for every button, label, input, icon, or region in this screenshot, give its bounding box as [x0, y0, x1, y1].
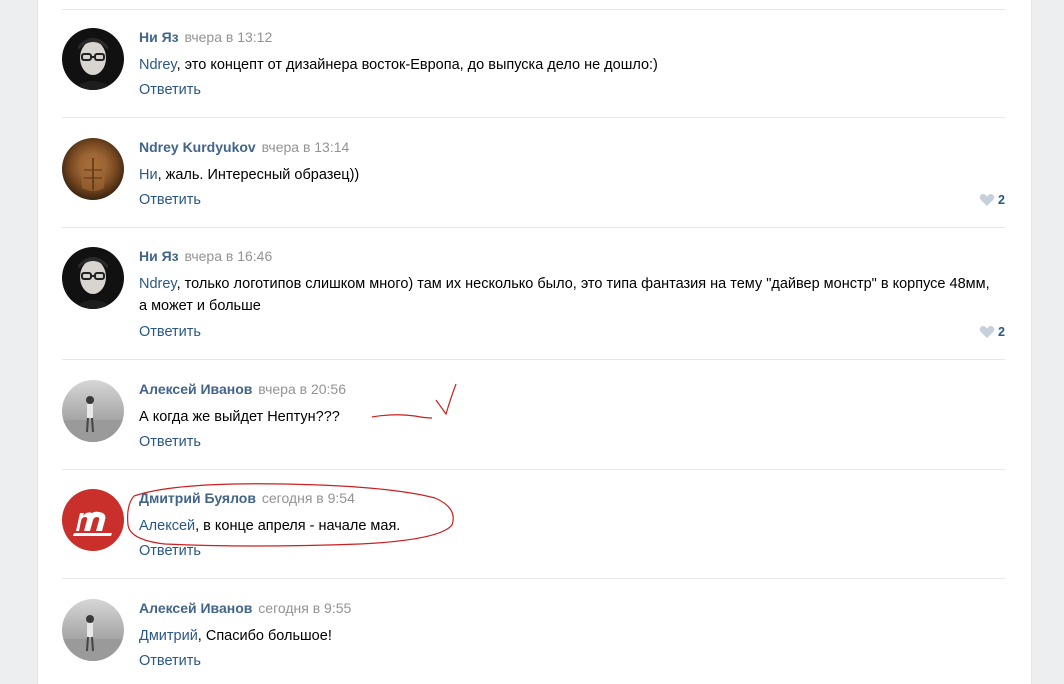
comment-header: Ни Яз вчера в 13:12 [139, 28, 272, 46]
comment-header: Ndrey Kurdyukov вчера в 13:14 [139, 138, 349, 156]
reply-button[interactable]: Ответить [139, 323, 201, 341]
divider [62, 578, 1005, 579]
avatar[interactable] [62, 599, 124, 661]
author-link[interactable]: Ни Яз [139, 248, 179, 264]
divider [62, 469, 1005, 470]
mention-link[interactable]: Алексей [139, 518, 195, 534]
comment-time[interactable]: сегодня в 9:54 [262, 490, 355, 506]
divider [62, 359, 1005, 360]
comment-text: Ни, жаль. Интересный образец)) [139, 164, 999, 186]
like-count: 2 [998, 325, 1005, 339]
comment-item: Ни Яз вчера в 16:46 Ndrey, только логоти… [62, 247, 1005, 360]
avatar[interactable] [62, 489, 124, 551]
like-button[interactable]: 2 [979, 325, 1005, 339]
reply-button[interactable]: Ответить [139, 542, 201, 560]
comment-text: Ndrey, это концепт от дизайнера восток-Е… [139, 54, 999, 76]
mention-link[interactable]: Ни [139, 167, 158, 183]
mention-link[interactable]: Дмитрий [139, 628, 198, 644]
comment-body: , жаль. Интересный образец)) [157, 167, 360, 183]
comment-time[interactable]: вчера в 16:46 [185, 248, 273, 264]
author-link[interactable]: Ndrey Kurdyukov [139, 139, 256, 155]
avatar[interactable] [62, 28, 124, 90]
comment-time[interactable]: вчера в 20:56 [258, 381, 346, 397]
comment-body: , Спасибо большое! [197, 628, 332, 644]
divider [62, 227, 1005, 228]
comment-time[interactable]: вчера в 13:14 [262, 139, 350, 155]
like-button[interactable]: 2 [979, 193, 1005, 207]
comment-header: Алексей Иванов сегодня в 9:55 [139, 599, 351, 617]
divider [62, 9, 1005, 10]
comment-text: Ndrey, только логотипов слишком много) т… [139, 273, 999, 317]
mention-link[interactable]: Ndrey [139, 276, 177, 292]
avatar[interactable] [62, 380, 124, 442]
comment-body: , это концепт от дизайнера восток-Европа… [176, 57, 658, 73]
comment-body: , только логотипов слишком много) там их… [139, 276, 990, 314]
comment-text: Дмитрий, Спасибо большое! [139, 625, 999, 647]
comment-time[interactable]: вчера в 13:12 [185, 29, 273, 45]
comment-item: Алексей Иванов вчера в 20:56 А когда же … [62, 380, 1005, 470]
divider [62, 117, 1005, 118]
comment-text: Алексей, в конце апреля - начале мая. [139, 515, 999, 537]
like-count: 2 [998, 193, 1005, 207]
comment-time[interactable]: сегодня в 9:55 [258, 600, 351, 616]
reply-button[interactable]: Ответить [139, 81, 201, 99]
comment-item: Ни Яз вчера в 13:12 Ndrey, это концепт о… [62, 28, 1005, 118]
comment-item: Ndrey Kurdyukov вчера в 13:14 Ни, жаль. … [62, 138, 1005, 228]
comment-header: Ни Яз вчера в 16:46 [139, 247, 272, 265]
heart-icon [979, 326, 995, 338]
avatar[interactable] [62, 138, 124, 200]
comment-body: , в конце апреля - начале мая. [195, 518, 401, 534]
comment-item: Дмитрий Буялов сегодня в 9:54 Алексей, в… [62, 489, 1005, 579]
reply-button[interactable]: Ответить [139, 191, 201, 209]
reply-button[interactable]: Ответить [139, 652, 201, 670]
mention-link[interactable]: Ndrey [139, 57, 177, 73]
comment-header: Алексей Иванов вчера в 20:56 [139, 380, 346, 398]
author-link[interactable]: Алексей Иванов [139, 600, 252, 616]
comment-text: А когда же выйдет Нептун??? [139, 406, 999, 428]
reply-button[interactable]: Ответить [139, 433, 201, 451]
author-link[interactable]: Ни Яз [139, 29, 179, 45]
comment-item: Алексей Иванов сегодня в 9:55 Дмитрий, С… [62, 599, 1005, 684]
heart-icon [979, 194, 995, 206]
avatar[interactable] [62, 247, 124, 309]
author-link[interactable]: Алексей Иванов [139, 381, 252, 397]
comment-header: Дмитрий Буялов сегодня в 9:54 [139, 489, 355, 507]
comment-body: А когда же выйдет Нептун??? [139, 409, 340, 425]
author-link[interactable]: Дмитрий Буялов [139, 490, 256, 506]
